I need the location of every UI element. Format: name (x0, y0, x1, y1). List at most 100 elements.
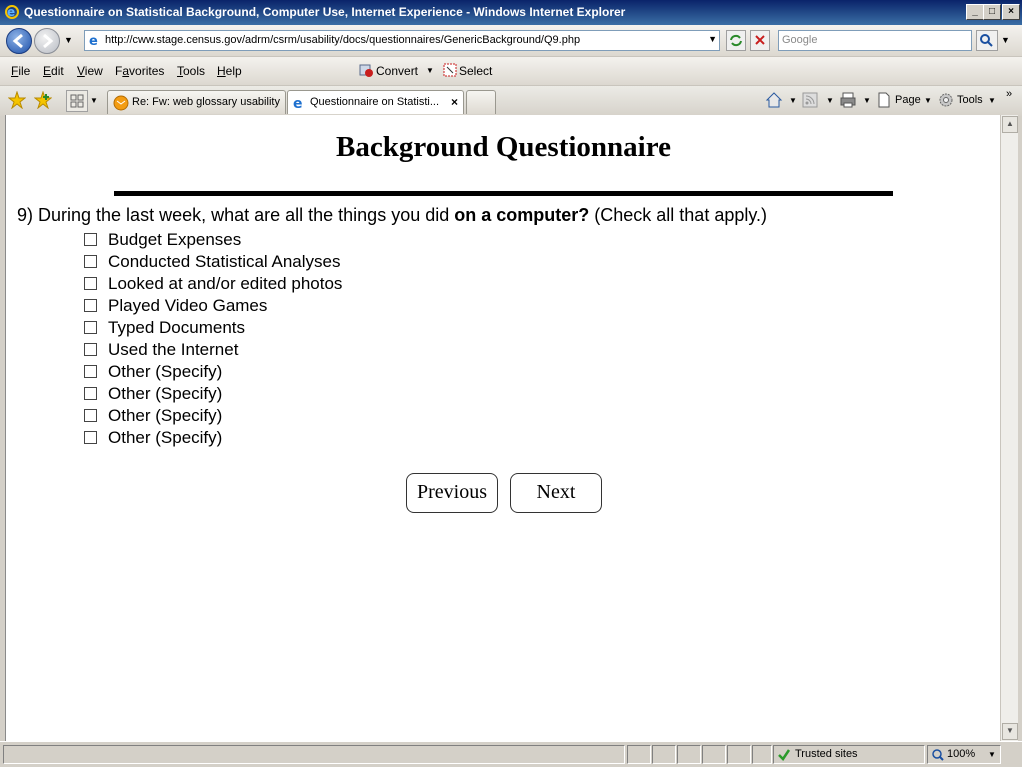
home-icon (765, 92, 783, 108)
print-icon (840, 92, 856, 108)
tab-glossary[interactable]: Re: Fw: web glossary usability (107, 90, 286, 114)
tab-bar: ▼ Re: Fw: web glossary usability e Quest… (0, 85, 1022, 116)
search-options-icon[interactable]: ▼ (1001, 35, 1010, 45)
new-tab-button[interactable] (466, 90, 496, 114)
scroll-down-icon[interactable]: ▼ (1002, 723, 1018, 740)
stop-button[interactable] (750, 30, 770, 51)
search-icon (980, 34, 993, 47)
tab-questionnaire[interactable]: e Questionnaire on Statisti... × (287, 90, 464, 114)
convert-dropdown-icon[interactable]: ▼ (426, 66, 434, 75)
favorites-star-icon[interactable] (7, 90, 27, 114)
address-dropdown-icon[interactable]: ▼ (708, 34, 717, 44)
checkbox[interactable] (84, 277, 97, 290)
feeds-button[interactable] (802, 92, 818, 113)
checkbox[interactable] (84, 387, 97, 400)
checkbox[interactable] (84, 365, 97, 378)
heading-divider (114, 191, 893, 196)
checkmark-icon (778, 749, 791, 761)
forward-button[interactable] (34, 28, 60, 54)
convert-label: Convert (376, 64, 419, 78)
option-label: Typed Documents (108, 318, 246, 337)
status-segment (702, 745, 726, 764)
home-button[interactable] (765, 91, 783, 114)
page-ie-icon: e (88, 33, 102, 52)
svg-text:e: e (7, 5, 15, 19)
menu-view[interactable]: View (77, 64, 103, 78)
page-menu-button[interactable]: Page ▼ (876, 90, 932, 110)
svg-text:e: e (293, 96, 303, 111)
option-label: Other (Specify) (108, 384, 223, 403)
refresh-icon (730, 34, 742, 47)
address-field[interactable]: e http://cww.stage.census.gov/adrm/csrm/… (84, 30, 720, 51)
question-text: 9) During the last week, what are all th… (17, 205, 768, 225)
scroll-up-icon[interactable]: ▲ (1002, 116, 1018, 133)
vertical-scrollbar[interactable]: ▲ ▼ (1000, 115, 1018, 741)
history-dropdown-icon[interactable]: ▼ (64, 35, 73, 45)
option-label: Other (Specify) (108, 362, 223, 381)
forward-arrow-icon (43, 33, 54, 49)
previous-button[interactable]: Previous (406, 473, 498, 513)
title-bar: e Questionnaire on Statistical Backgroun… (0, 0, 1022, 25)
quick-tabs-icon (70, 94, 84, 108)
checkbox[interactable] (84, 233, 97, 246)
menu-file[interactable]: File (11, 64, 30, 78)
checkbox[interactable] (84, 299, 97, 312)
tab-list-dropdown-icon[interactable]: ▼ (90, 96, 98, 105)
feeds-dropdown-icon[interactable]: ▼ (826, 96, 834, 105)
quick-tabs-button[interactable] (66, 90, 88, 112)
chevron-more-icon[interactable]: » (1006, 88, 1012, 100)
stop-icon (755, 35, 765, 45)
svg-text:e: e (89, 34, 98, 47)
print-dropdown-icon[interactable]: ▼ (863, 96, 871, 105)
page-heading: Background Questionnaire (336, 131, 671, 163)
close-tab-icon[interactable]: × (451, 95, 458, 109)
zoom-dropdown-icon: ▼ (988, 750, 996, 759)
next-button[interactable]: Next (510, 473, 602, 513)
checkbox[interactable] (84, 343, 97, 356)
search-input[interactable]: Google (778, 30, 972, 51)
checkbox[interactable] (84, 255, 97, 268)
back-button[interactable] (6, 28, 32, 54)
option-label: Other (Specify) (108, 428, 223, 447)
address-url: http://cww.stage.census.gov/adrm/csrm/us… (105, 34, 581, 46)
print-button[interactable] (839, 91, 857, 114)
close-button[interactable]: × (1002, 4, 1020, 20)
checkbox[interactable] (84, 321, 97, 334)
search-button[interactable] (976, 30, 998, 51)
tools-dropdown-icon: ▼ (988, 96, 996, 105)
checkbox[interactable] (84, 431, 97, 444)
home-dropdown-icon[interactable]: ▼ (789, 96, 797, 105)
maximize-button[interactable]: □ (983, 4, 1001, 20)
status-segment (752, 745, 772, 764)
ie-logo-icon: e (4, 4, 20, 20)
tab-label: Questionnaire on Statisti... (310, 96, 440, 108)
status-segment (627, 745, 651, 764)
ie-tab-icon: e (293, 96, 303, 111)
minimize-button[interactable]: _ (966, 4, 984, 20)
tools-menu-button[interactable]: Tools ▼ (938, 90, 998, 110)
mail-tab-icon (113, 95, 129, 111)
zoom-control[interactable]: 100% ▼ (927, 745, 1001, 764)
security-zone[interactable]: Trusted sites (773, 745, 925, 764)
refresh-button[interactable] (726, 30, 746, 51)
option-label: Conducted Statistical Analyses (108, 252, 341, 271)
menu-favorites[interactable]: Favorites (115, 64, 164, 78)
add-favorites-icon[interactable] (33, 90, 53, 114)
checkbox[interactable] (84, 409, 97, 422)
menu-tools[interactable]: Tools (177, 64, 205, 78)
zoom-icon (932, 749, 944, 761)
gear-icon (939, 93, 953, 107)
page-icon (878, 92, 890, 108)
menu-help[interactable]: Help (217, 64, 242, 78)
option-label: Looked at and/or edited photos (108, 274, 343, 293)
tab-label: Re: Fw: web glossary usability (132, 96, 280, 108)
option-label: Used the Internet (108, 340, 239, 359)
option-label: Other (Specify) (108, 406, 223, 425)
status-text-area (3, 745, 625, 764)
select-icon (443, 63, 457, 77)
tools-menu-label: Tools (957, 94, 983, 106)
menu-edit[interactable]: Edit (43, 64, 64, 78)
menu-bar: File Edit View Favorites Tools Help Conv… (0, 56, 1022, 85)
feeds-icon (802, 92, 818, 108)
back-arrow-icon (12, 33, 23, 49)
